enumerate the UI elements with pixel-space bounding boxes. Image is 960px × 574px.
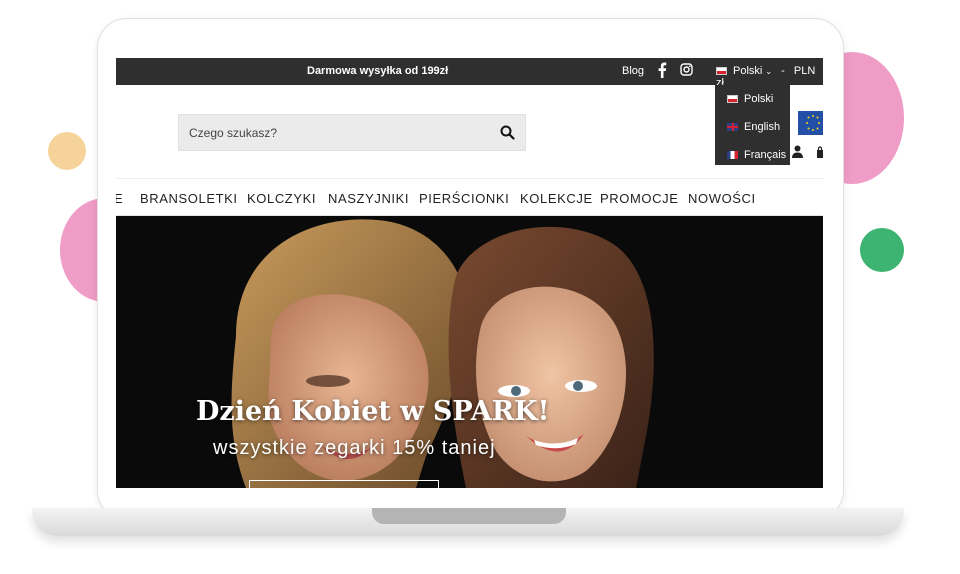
- hero-banner[interactable]: Dzień Kobiet w SPARK! wszystkie zegarki …: [116, 216, 823, 488]
- language-option-polski[interactable]: Polski: [727, 93, 773, 105]
- nav-item-truncated[interactable]: E: [116, 191, 123, 206]
- instagram-icon[interactable]: [680, 63, 693, 76]
- search-icon[interactable]: [500, 125, 515, 140]
- flag-fr-icon: [727, 151, 738, 160]
- chevron-down-icon: ⌄: [765, 67, 773, 76]
- language-option-english[interactable]: English: [727, 121, 780, 133]
- hero-cta-button[interactable]: [249, 480, 439, 488]
- language-option-label: English: [744, 121, 781, 133]
- laptop-screen: Darmowa wysyłka od 199zł Blog Polski ⌄ -…: [116, 58, 823, 488]
- decorative-circle-green: [860, 228, 904, 272]
- main-navigation: E BRANSOLETKI KOLCZYKI NASZYJNIKI PIERŚC…: [116, 178, 823, 216]
- search-input[interactable]: [189, 124, 479, 142]
- flag-pl-icon: [716, 67, 727, 76]
- nav-item-bransoletki[interactable]: BRANSOLETKI: [140, 191, 238, 206]
- hero-subtitle: wszystkie zegarki 15% taniej: [213, 437, 496, 459]
- laptop-notch: [372, 508, 566, 524]
- language-option-francais[interactable]: Français: [727, 149, 786, 161]
- nav-item-pierscionki[interactable]: PIERŚCIONKI: [419, 191, 509, 206]
- nav-item-nowosci[interactable]: NOWOŚCI: [688, 191, 756, 206]
- eu-stars-icon: [806, 115, 820, 131]
- hero-title: Dzień Kobiet w SPARK!: [196, 396, 550, 427]
- nav-item-promocje[interactable]: PROMOCJE: [600, 191, 678, 206]
- blog-link[interactable]: Blog: [622, 65, 644, 77]
- nav-item-kolekcje[interactable]: KOLEKCJE: [520, 191, 593, 206]
- flag-pl-icon: [727, 95, 738, 104]
- nav-item-naszyjniki[interactable]: NASZYJNIKI: [328, 191, 409, 206]
- top-bar: Darmowa wysyłka od 199zł Blog Polski ⌄ -…: [116, 58, 823, 89]
- language-option-label: Français: [744, 149, 787, 161]
- user-icon[interactable]: [792, 145, 803, 158]
- language-dropdown: Polski English Français: [715, 85, 790, 165]
- free-shipping-text: Darmowa wysyłka od 199zł: [307, 65, 449, 77]
- flag-gb-icon: [727, 123, 738, 132]
- language-current: Polski: [733, 65, 763, 77]
- search-bar: [178, 114, 526, 151]
- cart-icon[interactable]: [816, 146, 823, 158]
- facebook-icon[interactable]: [656, 62, 668, 78]
- language-option-label: Polski: [744, 93, 774, 105]
- nav-item-kolczyki[interactable]: KOLCZYKI: [247, 191, 316, 206]
- decorative-circle-yellow: [48, 132, 86, 170]
- language-currency-separator: -: [781, 65, 785, 77]
- eu-funds-logo: [798, 111, 823, 135]
